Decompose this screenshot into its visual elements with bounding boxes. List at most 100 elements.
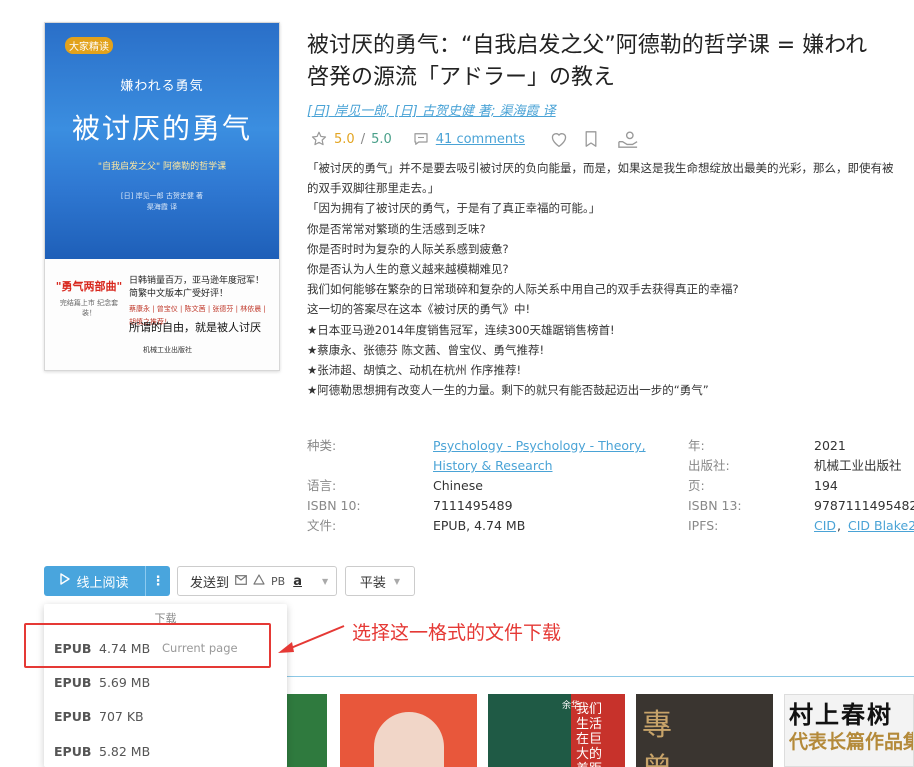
format-label: 平装	[359, 575, 386, 591]
donate-icon[interactable]	[617, 129, 639, 149]
more-options-button[interactable]: ⋮	[145, 566, 170, 596]
format-button[interactable]: 平装 ▼	[345, 566, 415, 596]
category-link[interactable]: Psychology - Psychology - Theory,	[433, 436, 646, 456]
isbn10-value: 7111495489	[433, 498, 513, 513]
related-title: 專 曾	[642, 708, 732, 767]
related-subtitle: 代表长篇作品集	[789, 731, 914, 753]
cover-bottom: "勇气两部曲" 完结篇上市 纪念套装！ 日韩销量百万，亚马逊年度冠军！ 简繁中文…	[45, 259, 279, 370]
download-item[interactable]: EPUB 5.69 MB	[54, 670, 162, 694]
read-online-button[interactable]: 线上阅读 ⋮	[44, 566, 170, 596]
book-title-line-1: 被讨厌的勇气：“自我启发之父”阿德勒的哲学课 = 嫌われ	[307, 33, 868, 58]
annotation-text: 选择这一格式的文件下载	[352, 622, 562, 644]
amazon-icon: a	[293, 573, 302, 589]
bookmark-icon[interactable]	[583, 130, 599, 148]
category-label: 种类:	[307, 438, 337, 453]
download-size: 5.69 MB	[99, 674, 151, 690]
cover-blurb-1: 日韩销量百万，亚马逊年度冠军！	[129, 276, 265, 286]
isbn13-value: 9787111495482	[814, 498, 914, 513]
shelf-divider	[287, 676, 914, 677]
publisher-value: 机械工业出版社	[814, 458, 902, 473]
download-item[interactable]: EPUB 5.82 MB	[54, 739, 162, 763]
cover-logo: 大家精读	[65, 37, 113, 54]
related-title: 我们生活在巨大的差距里	[576, 702, 603, 767]
file-label: 文件:	[307, 518, 337, 533]
download-format: EPUB	[54, 708, 92, 724]
read-online-main[interactable]: 线上阅读	[44, 572, 145, 591]
annotation-arrow-icon	[278, 625, 345, 653]
related-book[interactable]: 我们生活在巨大的差距里 余华	[488, 694, 625, 767]
authors-link[interactable]: [日] 岸见一郎, [日] 古贺史健 著; 渠海霞 译	[307, 104, 556, 119]
related-book[interactable]	[287, 694, 327, 767]
heart-icon[interactable]	[549, 130, 569, 148]
book-title-line-2: 啓発の源流「アドラー」の教え	[307, 65, 616, 90]
description-line: 「被讨厌的勇气」并不是要去吸引被讨厌的负向能量，而是，如果这是我生命想绽放出最美…	[307, 161, 894, 175]
related-title: 村上春树	[789, 700, 893, 729]
comment-icon	[412, 130, 430, 148]
cover-top: 大家精读 嫌われる勇気 被讨厌的勇气 "自我启发之父" 阿德勒的哲学课 [日] …	[45, 23, 279, 259]
ipfs-label: IPFS:	[688, 518, 719, 533]
download-format: EPUB	[54, 674, 92, 690]
cover-badge: "勇气两部曲" 完结篇上市 纪念套装！	[53, 279, 125, 331]
book-description: 「被讨厌的勇气」并不是要去吸引被讨厌的负向能量，而是，如果这是我生命想绽放出最美…	[307, 158, 914, 400]
meta-row: 5.0 / 5.0 41 comments	[310, 128, 639, 150]
cover-blurb-2: 简繁中文版本广受好评！	[129, 289, 229, 299]
email-icon	[235, 574, 247, 589]
description-line: ★阿德勒思想拥有改变人一生的力量。剩下的就只有能否鼓起迈出一步的“勇气”	[307, 383, 709, 398]
description-line: 你是否认为人生的意义越来越模糊难见?	[307, 262, 509, 277]
cover-badge-small: 完结篇上市 纪念套装！	[59, 299, 119, 317]
pages-label: 页:	[688, 478, 705, 493]
cover-publisher: 机械工业出版社	[143, 346, 192, 354]
comments-link[interactable]: 41 comments	[436, 132, 525, 147]
download-size: 5.82 MB	[99, 743, 151, 759]
isbn10-label: ISBN 10:	[307, 498, 361, 513]
ipfs-separator: ,	[837, 518, 841, 533]
description-line: 的双手双脚往那里走去。」	[307, 181, 440, 196]
cover-jp-title: 嫌われる勇気	[120, 79, 204, 94]
download-format: EPUB	[54, 743, 92, 759]
description-line: ★张沛超、胡慎之、动机在杭州 作序推荐!	[307, 363, 522, 378]
cloud-icon	[253, 573, 265, 589]
description-line: 「因为拥有了被讨厌的勇气，于是有了真正幸福的可能。」	[307, 201, 601, 216]
chevron-down-icon: ▼	[321, 576, 329, 586]
related-illustration	[374, 712, 444, 767]
cover-authors-line: [日] 岸见一郎 古贺史健 著	[120, 192, 204, 200]
ipfs-cid-link[interactable]: CID	[814, 516, 836, 536]
cover-translator-line: 渠海霞 译	[146, 203, 178, 211]
book-title: 被讨厌的勇气：“自我启发之父”阿德勒的哲学课 = 嫌われ 啓発の源流「アドラー」…	[307, 30, 914, 94]
isbn13-label: ISBN 13:	[688, 498, 742, 513]
send-to-button[interactable]: 发送到 PB a ▼	[177, 566, 337, 596]
cover-motto: 所谓的自由，就是被人讨厌	[129, 321, 261, 334]
chevron-down-icon: ▼	[393, 576, 401, 586]
book-cover[interactable]: 大家精读 嫌われる勇気 被讨厌的勇气 "自我启发之父" 阿德勒的哲学课 [日] …	[44, 22, 280, 371]
pages-value: 194	[814, 478, 838, 493]
related-book[interactable]: 村上春树 代表长篇作品集	[784, 694, 914, 767]
language-label: 语言:	[307, 478, 337, 493]
description-line: 这一切的答案尽在这本《被讨厌的勇气》中!	[307, 302, 531, 317]
rating-separator: /	[360, 131, 366, 147]
send-to-label: 发送到	[190, 575, 230, 591]
file-value: EPUB, 4.74 MB	[433, 518, 526, 533]
cover-authors: [日] 岸见一郎 古贺史健 著 渠海霞 译	[45, 191, 279, 213]
star-icon[interactable]	[310, 130, 328, 148]
download-item[interactable]: EPUB 707 KB	[54, 704, 162, 728]
cover-subtitle: "自我启发之父" 阿德勒的哲学课	[97, 162, 227, 172]
play-icon	[60, 573, 71, 589]
related-author: 余华	[562, 701, 581, 711]
highlight-box	[24, 623, 271, 668]
language-value: Chinese	[433, 478, 483, 493]
cover-title: 被讨厌的勇气	[71, 112, 252, 145]
rating-quality: 5.0	[371, 131, 392, 147]
publisher-label: 出版社:	[688, 458, 730, 473]
description-line: ★蔡康永、张德芬 陈文茜、曾宝仪、勇气推荐!	[307, 342, 545, 357]
description-line: ★日本亚马逊2014年度销售冠军，连续300天雄踞销售榜首!	[307, 322, 615, 337]
related-book[interactable]: 專 曾	[636, 694, 773, 767]
related-book[interactable]	[340, 694, 477, 767]
book-authors[interactable]: [日] 岸见一郎, [日] 古贺史健 著; 渠海霞 译	[307, 100, 556, 119]
rating-interest: 5.0	[334, 131, 355, 147]
cover-badge-text: "勇气两部曲"	[55, 280, 123, 293]
category-link-2[interactable]: History & Research	[433, 456, 553, 476]
read-online-label: 线上阅读	[76, 575, 129, 591]
description-line: 我们如何能够在繁杂的日常琐碎和复杂的人际关系中用自己的双手去获得真正的幸福?	[307, 282, 739, 297]
download-size: 707 KB	[99, 708, 144, 724]
ipfs-blake-link[interactable]: CID Blake2	[848, 516, 914, 536]
